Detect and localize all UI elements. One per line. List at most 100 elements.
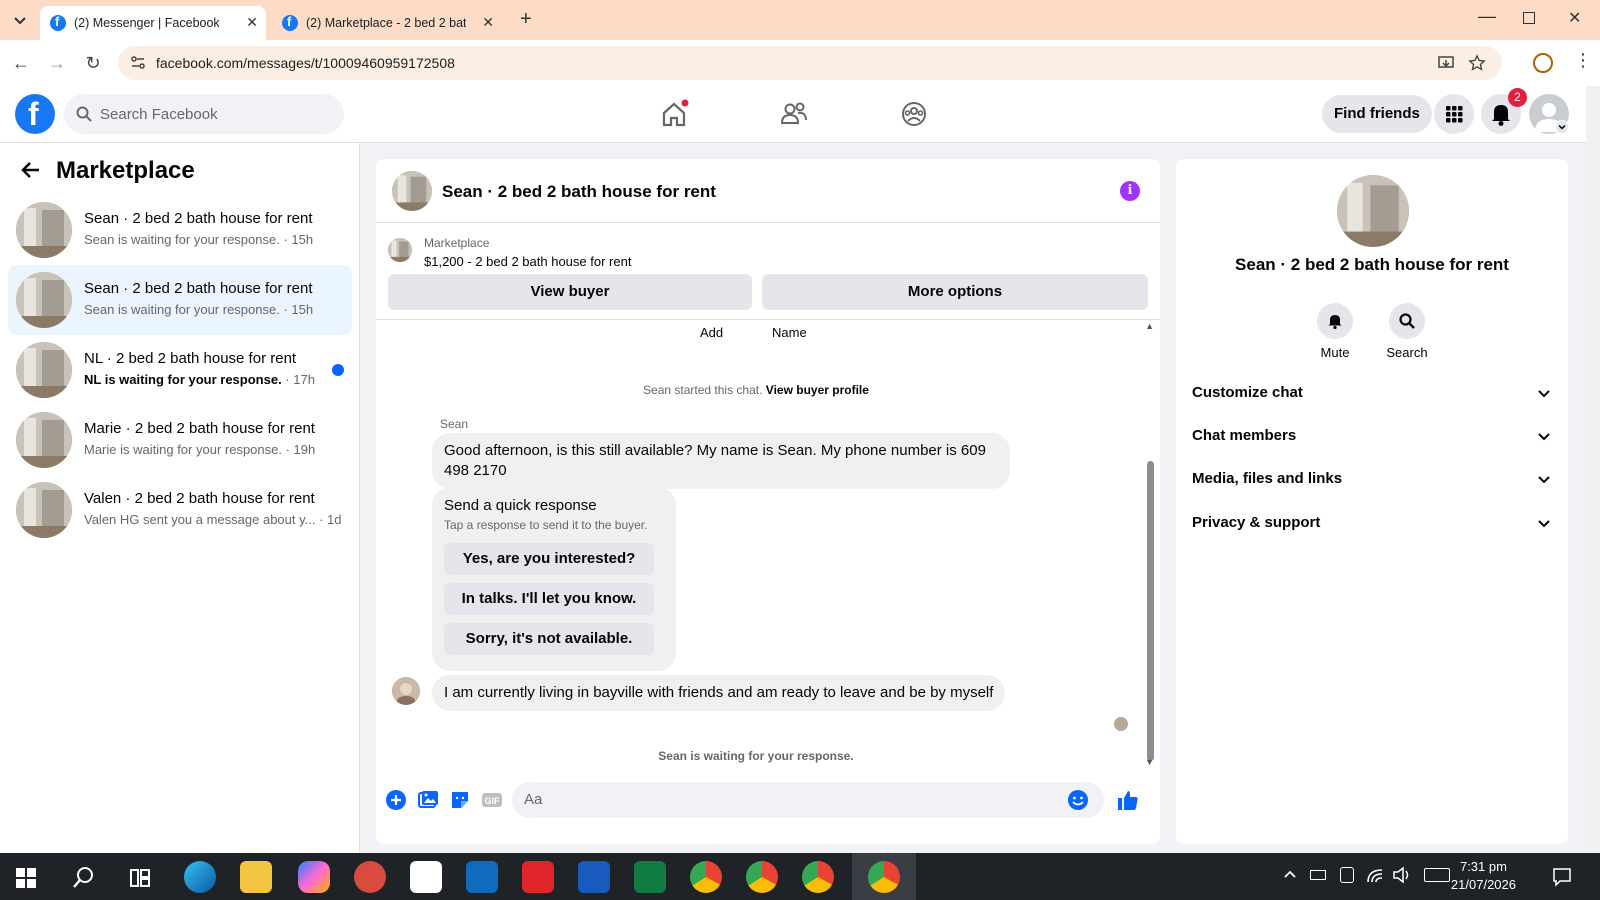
tray-chevron-up-icon[interactable] [1282,867,1298,883]
find-friends-button[interactable]: Find friends [1322,95,1432,133]
conversation-name: Valen · 2 bed 2 bath house for rent [84,490,315,507]
scrollbar-thumb[interactable] [1147,461,1154,761]
back-icon[interactable]: ← [10,52,32,74]
friends-icon[interactable] [776,96,812,132]
chrome-icon[interactable] [868,861,900,893]
mute-label: Mute [1320,345,1350,360]
add-label: Add [700,325,724,340]
gif-icon[interactable]: GIF [480,788,504,812]
forward-icon[interactable]: → [46,52,68,74]
excel-icon[interactable] [634,861,666,893]
plus-icon[interactable] [384,788,408,812]
file-explorer-icon[interactable] [240,861,272,893]
listing-avatar[interactable] [1337,175,1409,247]
chat-avatar[interactable] [392,171,432,211]
menu-icon[interactable]: ⋮ [1574,50,1592,71]
page-scrollbar[interactable] [1586,86,1600,853]
edge-browser-icon[interactable] [184,861,216,893]
keyboard-icon[interactable] [1424,868,1450,882]
microsoft-store-icon[interactable] [410,861,442,893]
message-bubble: Good afternoon, is this still available?… [432,433,1010,489]
privacy-support-section[interactable]: Privacy & support [1192,503,1552,543]
conversation-item-selected[interactable]: Sean · 2 bed 2 bath house for rent Sean … [8,265,352,335]
chat-title[interactable]: Sean · 2 bed 2 bath house for rent [442,182,716,202]
word-icon[interactable] [578,861,610,893]
home-icon[interactable] [656,96,692,132]
conversation-item[interactable]: Valen · 2 bed 2 bath house for rent Vale… [8,475,352,545]
chrome-icon[interactable] [690,861,722,893]
tab-search-button[interactable] [10,10,30,30]
outlook-icon[interactable] [466,861,498,893]
taskbar-clock[interactable]: 7:31 pm 21/07/2026 [1451,858,1516,894]
quick-reply-button[interactable]: In talks. I'll let you know. [444,583,654,615]
emoji-icon[interactable] [1066,788,1090,812]
thumbs-up-icon[interactable] [1116,788,1140,812]
profile-icon[interactable] [1533,53,1553,73]
conversation-item[interactable]: Marie · 2 bed 2 bath house for rent Mari… [8,405,352,475]
photo-icon[interactable] [416,788,440,812]
scroll-down-arrow-icon[interactable]: ▼ [1145,757,1154,767]
quick-reply-button[interactable]: Sorry, it's not available. [444,623,654,655]
chevron-down-icon [1538,476,1550,484]
listing-title[interactable]: $1,200 - 2 bed 2 bath house for rent [424,254,631,269]
reload-icon[interactable]: ↻ [82,52,104,74]
restore-button[interactable] [1523,12,1535,24]
close-icon[interactable]: ✕ [482,14,494,31]
chrome-icon[interactable] [746,861,778,893]
tab-messenger[interactable]: (2) Messenger | Facebook ✕ [40,6,266,40]
unread-dot [332,364,344,376]
chat-details-panel: Sean · 2 bed 2 bath house for rent Mute … [1176,159,1568,844]
sticker-icon[interactable] [448,788,472,812]
battery-icon[interactable] [1310,870,1326,880]
customize-chat-section[interactable]: Customize chat [1192,373,1552,413]
meet-now-icon[interactable] [1340,867,1354,883]
tab-title: (2) Marketplace - 2 bed 2 bath [306,16,466,30]
view-buyer-profile-link[interactable]: View buyer profile [766,383,869,397]
search-input[interactable]: Search Facebook [64,94,344,134]
url-field[interactable]: facebook.com/messages/t/1000946095917250… [118,46,1502,80]
install-app-icon[interactable] [1438,55,1454,71]
back-arrow-icon[interactable] [20,159,42,181]
minimize-button[interactable]: — [1478,6,1496,27]
start-button-icon[interactable] [16,868,36,888]
copilot-icon[interactable] [298,861,330,893]
view-buyer-button[interactable]: View buyer [388,274,752,310]
tab-marketplace[interactable]: (2) Marketplace - 2 bed 2 bath ✕ [272,6,502,40]
media-files-links-section[interactable]: Media, files and links [1192,459,1552,499]
menu-grid-icon[interactable] [1434,94,1474,134]
listing-thumbnail [16,482,72,538]
search-icon[interactable] [72,865,96,889]
wifi-icon[interactable] [1366,866,1384,884]
sender-avatar[interactable] [392,677,420,705]
facebook-favicon-icon [50,14,66,31]
more-options-button[interactable]: More options [762,274,1148,310]
snipping-tool-icon[interactable] [354,861,386,893]
chat-members-section[interactable]: Chat members [1192,416,1552,456]
conversation-item[interactable]: NL · 2 bed 2 bath house for rent NL is w… [8,335,352,405]
task-view-icon[interactable] [128,866,152,890]
search-placeholder: Search Facebook [100,105,218,123]
bookmark-star-icon[interactable] [1468,54,1486,72]
new-tab-button[interactable]: + [520,8,532,31]
close-window-button[interactable]: ✕ [1568,8,1581,28]
close-icon[interactable]: ✕ [246,14,258,31]
marketplace-listing-bar: Marketplace $1,200 - 2 bed 2 bath house … [376,224,1160,320]
conversation-item[interactable]: Sean · 2 bed 2 bath house for rent Sean … [8,195,352,265]
message-input[interactable]: Aa [512,782,1104,818]
message-composer: GIF Aa [376,776,1160,844]
notification-count-badge: 2 [1508,88,1527,107]
facebook-logo[interactable]: f [15,94,55,134]
facebook-favicon-icon [282,14,298,31]
chrome-icon[interactable] [802,861,834,893]
quick-reply-button[interactable]: Yes, are you interested? [444,543,654,575]
site-info-icon[interactable] [130,55,146,71]
groups-icon[interactable] [896,96,932,132]
volume-icon[interactable] [1392,866,1412,884]
search-button[interactable]: Search [1377,303,1437,360]
notification-center-icon[interactable] [1552,867,1572,887]
wps-office-icon[interactable] [522,861,554,893]
info-icon[interactable]: i [1120,181,1140,201]
mute-button[interactable]: Mute [1305,303,1365,360]
chevron-down-icon[interactable] [1555,120,1569,134]
scroll-up-arrow-icon[interactable]: ▲ [1145,321,1154,331]
